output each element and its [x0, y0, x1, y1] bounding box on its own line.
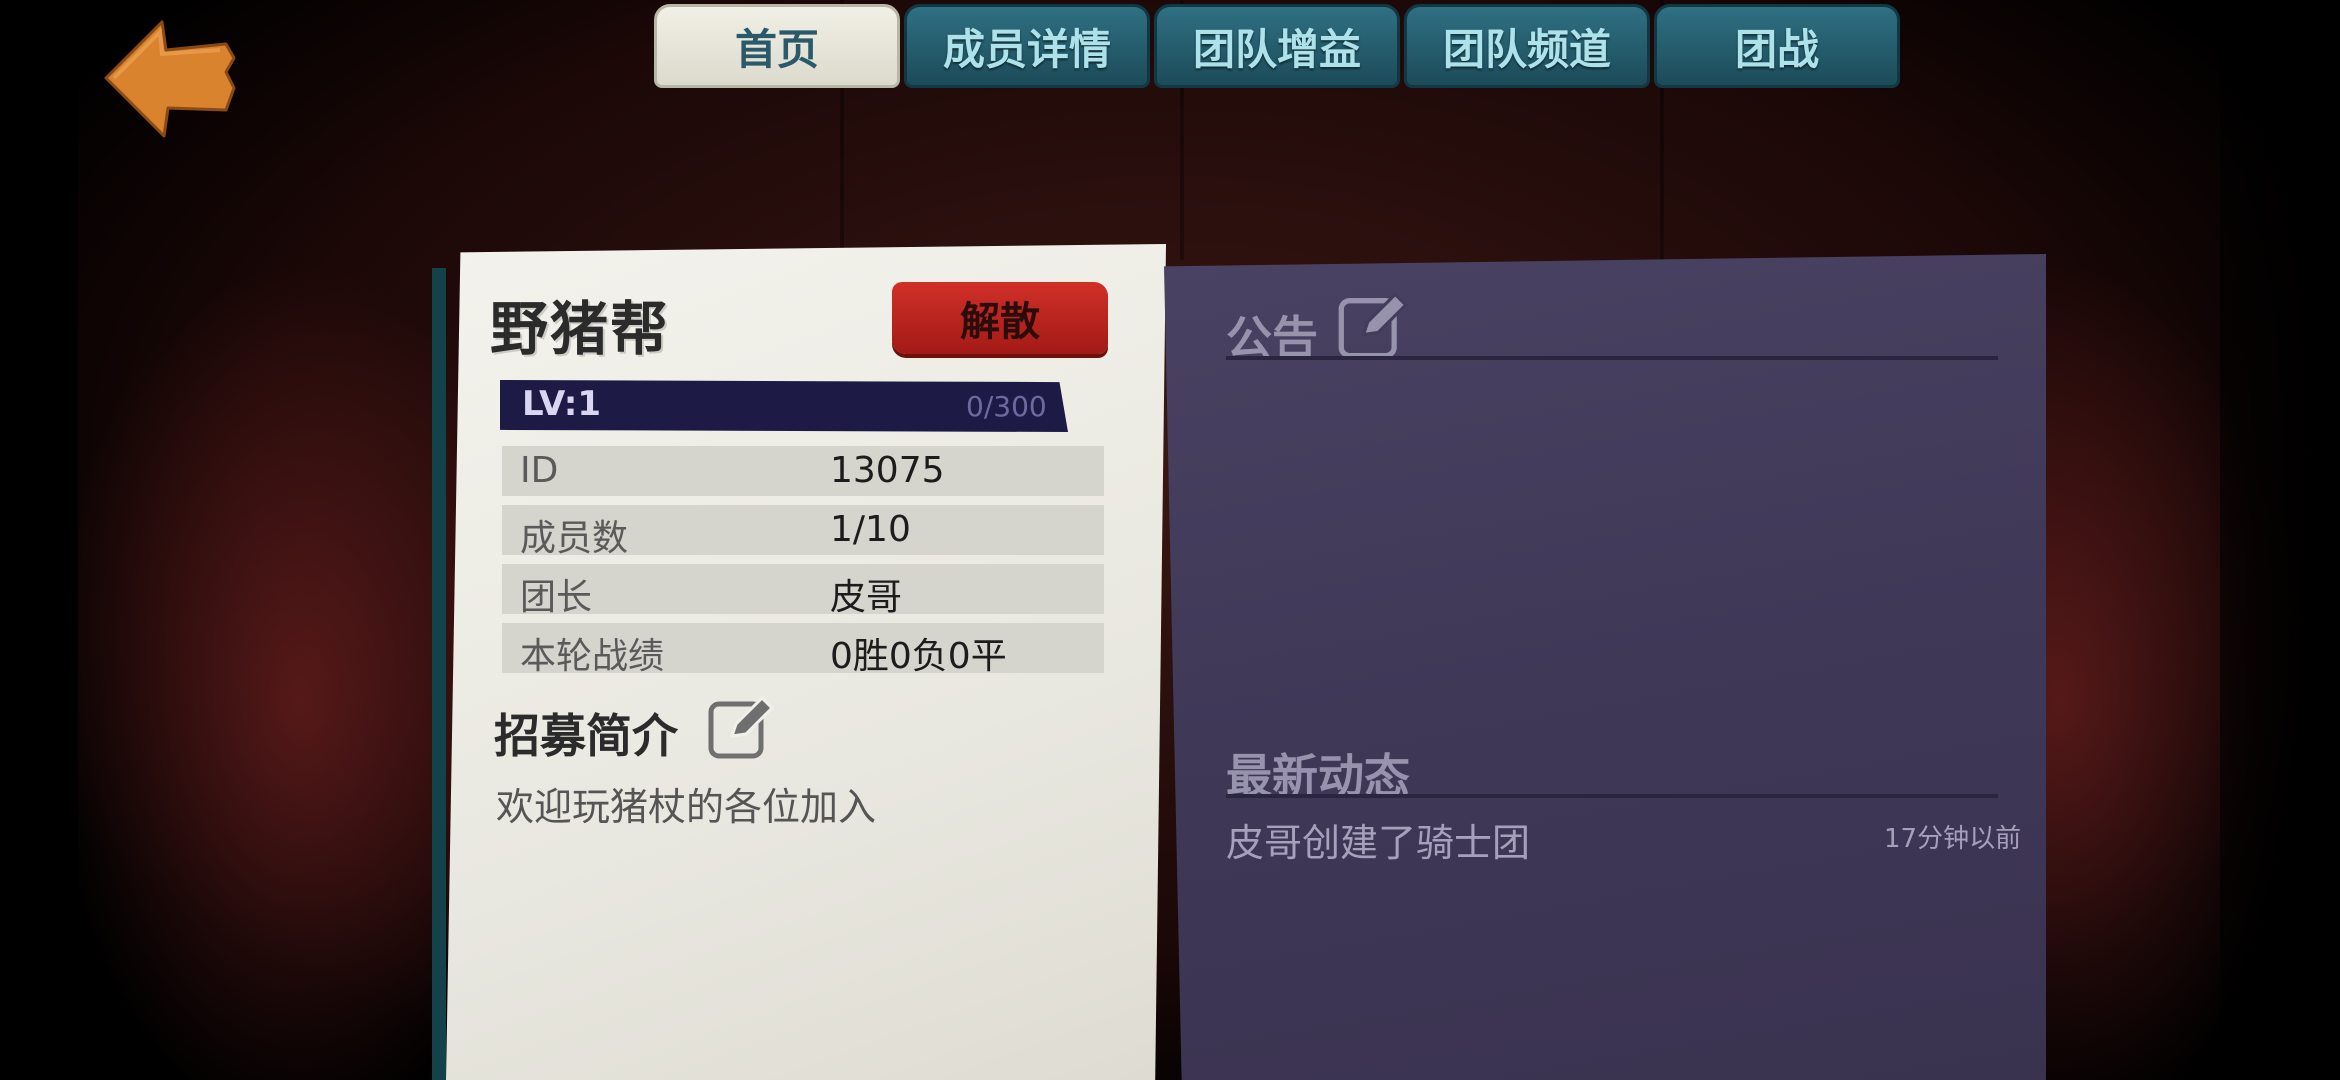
info-row-leader: [502, 564, 1104, 614]
notice-edit-icon[interactable]: [1336, 288, 1410, 362]
right-shadow: [2220, 0, 2340, 1080]
back-arrow-icon: [104, 20, 236, 138]
news-item-text: 皮哥创建了骑士团: [1226, 821, 1531, 865]
tab-team-channel[interactable]: 团队频道: [1404, 4, 1650, 88]
info-key: 成员数: [520, 518, 629, 559]
info-row-id: [502, 446, 1104, 496]
tab-bar: 首页 成员详情 团队增益 团队频道 团战: [654, 4, 1900, 88]
info-key: 团长: [520, 577, 593, 618]
info-card-edge: [432, 268, 446, 1080]
notice-divider: [1226, 356, 1998, 360]
recruit-edit-icon[interactable]: [706, 692, 776, 762]
tab-team-buffs[interactable]: 团队增益: [1154, 4, 1400, 88]
edit-pencil-icon: [708, 695, 775, 759]
info-value: 1/10: [830, 509, 911, 550]
disband-button[interactable]: 解散: [892, 282, 1108, 354]
tab-team-battle[interactable]: 团战: [1654, 4, 1900, 88]
left-shadow: [0, 0, 78, 1080]
news-divider: [1226, 794, 1998, 798]
tab-member-details[interactable]: 成员详情: [904, 4, 1150, 88]
info-value: 0胜0负0平: [830, 636, 1007, 677]
recruit-title: 招募简介: [494, 709, 678, 763]
back-button[interactable]: [100, 14, 240, 144]
info-value: 13075: [830, 450, 945, 491]
notice-panel: [1164, 254, 2046, 1080]
team-name: 野猪帮: [490, 295, 671, 363]
info-key: ID: [520, 450, 559, 491]
info-value: 皮哥: [830, 577, 903, 618]
info-key: 本轮战绩: [520, 636, 665, 677]
screen: 首页 成员详情 团队增益 团队频道 团战 野猪帮 解散 LV:1 0/300 I…: [0, 0, 2340, 1080]
level-progress-text: 0/300: [966, 390, 1047, 423]
recruit-text: 欢迎玩猪杖的各位加入: [496, 785, 877, 829]
level-label: LV:1: [522, 384, 602, 424]
edit-pencil-icon: [1338, 292, 1409, 359]
news-item-time: 17分钟以前: [1884, 824, 2022, 854]
tab-home[interactable]: 首页: [654, 4, 900, 88]
